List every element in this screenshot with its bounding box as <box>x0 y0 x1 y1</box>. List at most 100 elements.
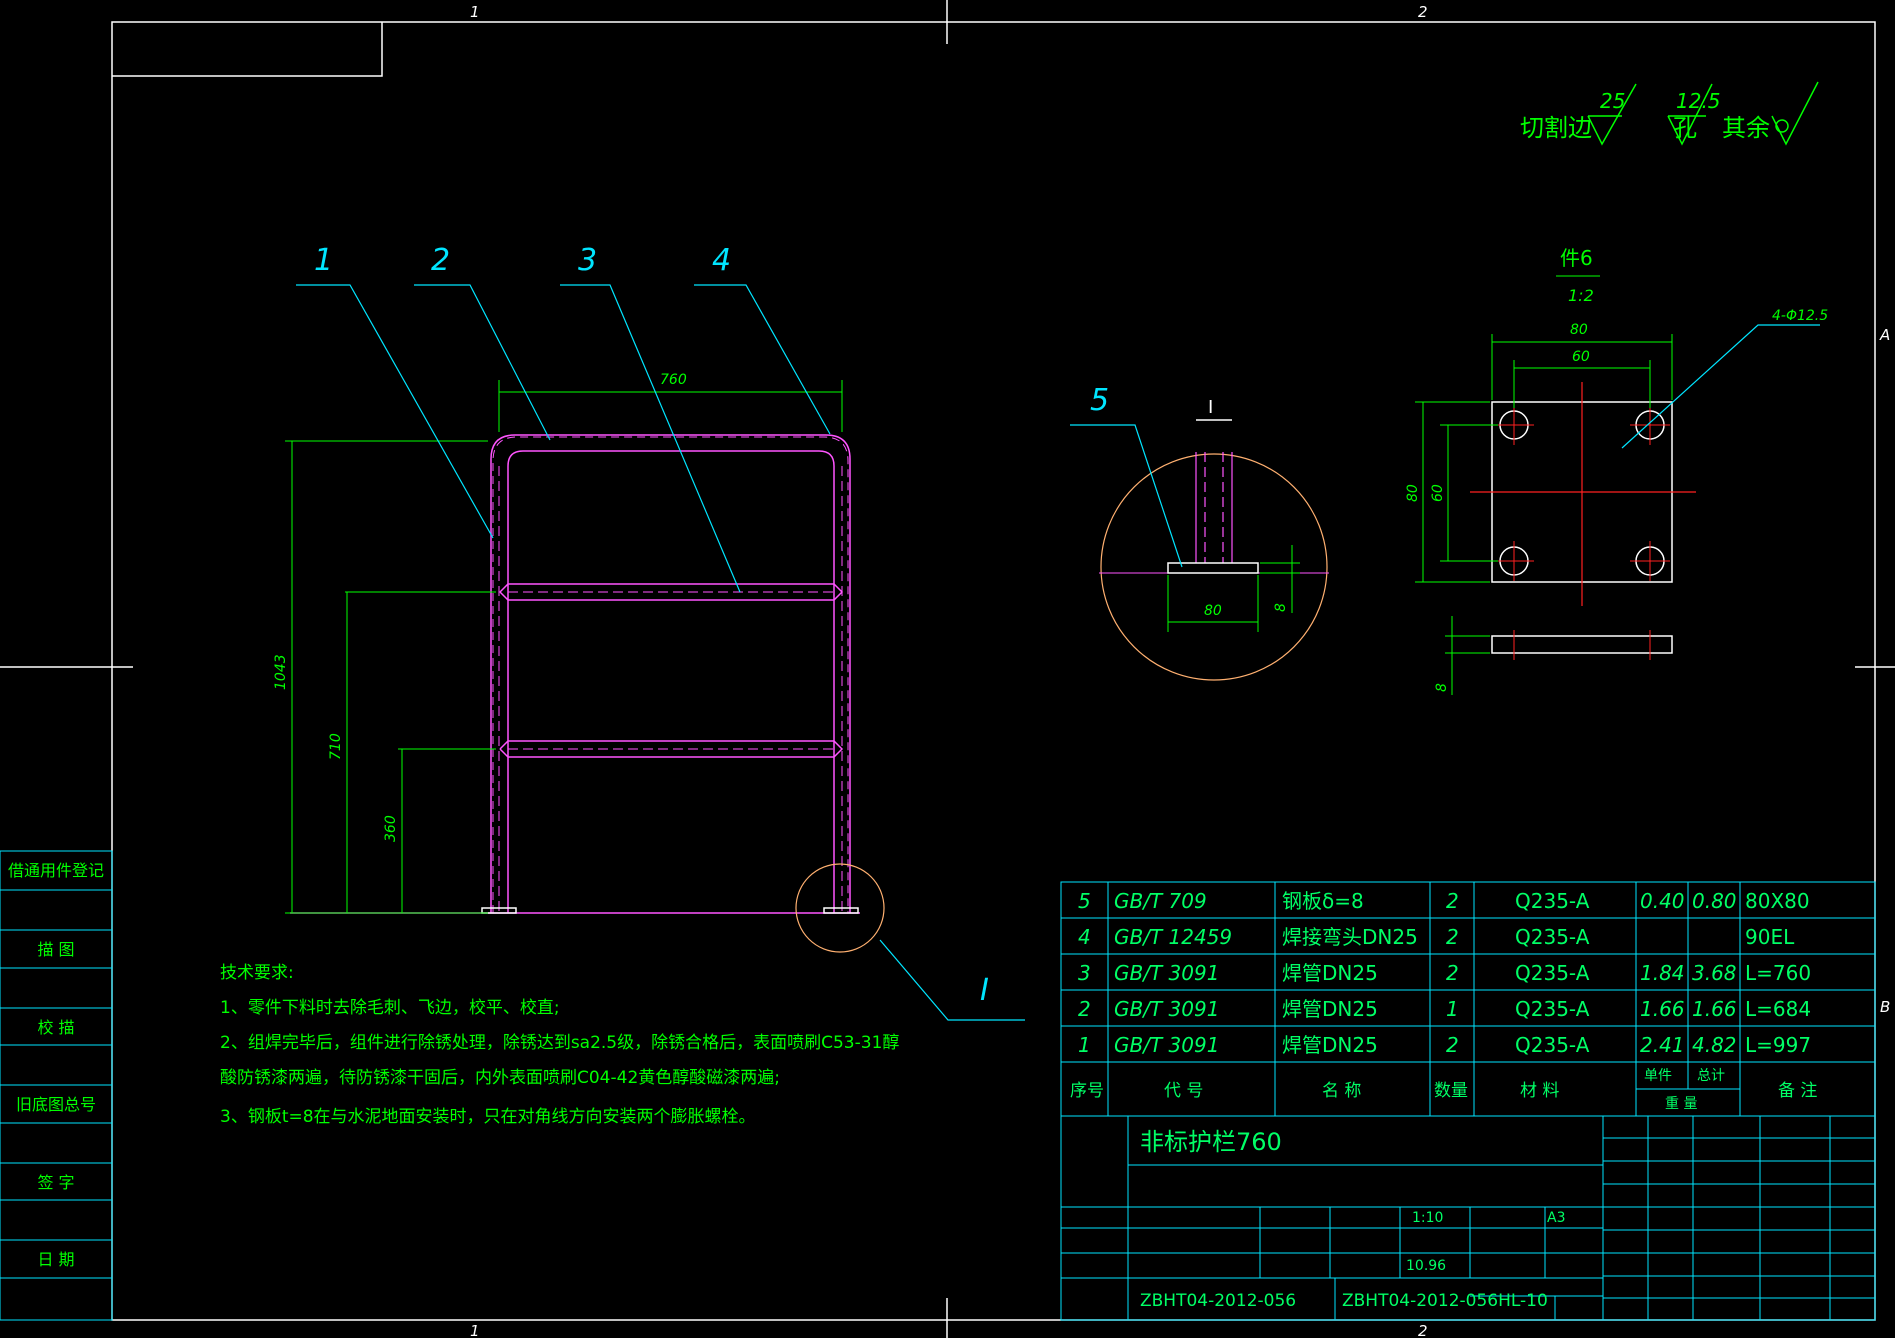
title-block: 非标护栏760 1:10 A3 10.96 ZBHT04-2012-056 ZB… <box>1060 1115 1876 1321</box>
detail-mark-i: I <box>980 973 989 1008</box>
bom-row-4-qty: 1 <box>1446 997 1459 1021</box>
bom-row-1-material: Q235-A <box>1515 889 1590 913</box>
detail-view-i: 80 8 I 5 <box>1070 383 1329 681</box>
strip-item-4: 旧底图总号 <box>16 1095 96 1114</box>
tech-line-3: 酸防锈漆两遍，待防锈漆干固后，内外表面喷刷C04-42黄色醇酸磁漆两遍; <box>220 1068 780 1088</box>
bom-row-5-material: Q235-A <box>1515 1033 1590 1057</box>
strip-item-3: 校 描 <box>37 1018 74 1037</box>
balloon-2: 2 <box>431 243 450 278</box>
bom-row-1-total: 0.80 <box>1692 889 1737 913</box>
bom-row-1-name: 钢板δ=8 <box>1282 889 1364 913</box>
dim-height-1043: 1043 <box>273 654 289 690</box>
bom-row-4-name: 焊管DN25 <box>1282 997 1378 1021</box>
bom-row-1-no: 5 <box>1078 889 1091 913</box>
bom-header-weight: 重 量 <box>1665 1096 1697 1112</box>
bom-row-3-no: 3 <box>1078 961 1091 985</box>
bom-row-3-unit: 1.84 <box>1640 961 1685 985</box>
tech-heading: 技术要求: <box>220 963 294 983</box>
bom-row-3-code: GB/T 3091 <box>1114 961 1219 985</box>
bom-table: 5 GB/T 709 钢板δ=8 2 Q235-A 0.40 0.80 80X8… <box>1060 881 1876 1117</box>
bom-header-code: 代 号 <box>1164 1081 1203 1101</box>
bom-row-4-unit: 1.66 <box>1640 997 1685 1021</box>
leader-lines-main <box>296 284 1025 1021</box>
tech-line-2: 2、组焊完毕后，组件进行除锈处理，除锈达到sa2.5级，除锈合格后，表面喷刷C5… <box>220 1033 899 1053</box>
dim-360: 360 <box>383 815 399 842</box>
title-sheet-size: A3 <box>1547 1210 1565 1226</box>
balloon-4: 4 <box>712 243 731 278</box>
dim-width-760: 760 <box>660 372 687 388</box>
detail-dim-80: 80 <box>1204 603 1222 619</box>
balloon-3: 3 <box>578 243 597 278</box>
dimensions-main <box>285 380 843 914</box>
bom-row-1-unit: 0.40 <box>1640 889 1685 913</box>
bom-row-5-code: GB/T 3091 <box>1114 1033 1219 1057</box>
part6-title: 件6 <box>1560 246 1593 270</box>
detail-balloon-5: 5 <box>1090 383 1109 418</box>
bom-row-2-qty: 2 <box>1446 925 1459 949</box>
detail-title-i: I <box>1208 397 1213 418</box>
bom-header-total: 总计 <box>1697 1068 1725 1084</box>
bom-row-5-no: 1 <box>1078 1033 1091 1057</box>
bom-header-note: 备 注 <box>1778 1081 1817 1101</box>
bom-row-1-qty: 2 <box>1446 889 1459 913</box>
bom-row-2-no: 4 <box>1078 925 1091 949</box>
part6-dim-8-thick: 8 <box>1434 683 1450 692</box>
zone-bottom-1: 1 <box>470 1322 480 1338</box>
bom-row-5-note: L=997 <box>1745 1033 1811 1057</box>
bom-row-1-code: GB/T 709 <box>1114 889 1207 913</box>
cad-drawing: 1 2 1 2 A B 切割边 25 孔 12.5 其余 760 1043 71… <box>0 0 1895 1338</box>
zone-right-a: A <box>1879 326 1890 344</box>
strip-item-6: 日 期 <box>37 1250 74 1269</box>
zone-top-1: 1 <box>470 3 480 21</box>
main-view: 760 1043 710 360 1 2 3 4 I <box>273 243 1025 1021</box>
part6-dim-80-width: 80 <box>1570 322 1588 338</box>
bom-header-qty: 数量 <box>1434 1081 1468 1101</box>
zone-right-b: B <box>1880 998 1890 1016</box>
tech-line-1: 1、零件下料时去除毛刺、飞边，校平、校直; <box>220 998 560 1018</box>
part6-view: 件6 1:2 80 60 80 60 8 4-Φ12.5 <box>1405 246 1828 695</box>
bom-row-2-note: 90EL <box>1745 925 1795 949</box>
bom-row-3-name: 焊管DN25 <box>1282 961 1378 985</box>
roughness-other-label: 其余 <box>1722 114 1770 142</box>
bom-row-3-note: L=760 <box>1745 961 1811 985</box>
part6-dim-80-height: 80 <box>1405 484 1421 502</box>
zone-top-2: 2 <box>1418 3 1428 21</box>
bom-row-2-material: Q235-A <box>1515 925 1590 949</box>
bom-row-3-material: Q235-A <box>1515 961 1590 985</box>
tech-requirements: 技术要求: 1、零件下料时去除毛刺、飞边，校平、校直; 2、组焊完毕后，组件进行… <box>220 963 899 1127</box>
part6-scale: 1:2 <box>1568 286 1594 305</box>
bom-row-2-code: GB/T 12459 <box>1114 925 1232 949</box>
roughness-hole-value: 12.5 <box>1676 89 1721 113</box>
bom-header-material: 材 料 <box>1520 1081 1559 1101</box>
dim-710: 710 <box>328 733 344 760</box>
strip-item-2: 描 图 <box>37 940 74 959</box>
bom-header-name: 名 称 <box>1322 1081 1361 1101</box>
tech-line-4: 3、钢板t=8在与水泥地面安装时，只在对角线方向安装两个膨胀螺栓。 <box>220 1107 756 1127</box>
bom-row-2-name: 焊接弯头DN25 <box>1282 925 1418 949</box>
zone-bottom-2: 2 <box>1418 1322 1428 1338</box>
bom-row-5-unit: 2.41 <box>1640 1033 1685 1057</box>
roughness-symbols: 切割边 25 孔 12.5 其余 <box>1520 81 1819 146</box>
part6-dim-60-height: 60 <box>1430 484 1446 502</box>
strip-item-1: 借通用件登记 <box>8 861 104 880</box>
bom-row-4-total: 1.66 <box>1692 997 1737 1021</box>
detail-dim-8: 8 <box>1273 603 1289 612</box>
bom-row-3-total: 3.68 <box>1692 961 1737 985</box>
bom-header-no: 序号 <box>1070 1081 1104 1101</box>
bom-row-5-total: 4.82 <box>1692 1033 1737 1057</box>
bom-row-1-note: 80X80 <box>1745 889 1810 913</box>
bom-row-3-qty: 2 <box>1446 961 1459 985</box>
left-strip: 借通用件登记 描 图 校 描 旧底图总号 签 字 日 期 <box>0 850 113 1321</box>
bom-header-unit: 单件 <box>1644 1068 1672 1084</box>
part6-dim-60-width: 60 <box>1572 349 1590 365</box>
title-drawing-name: 非标护栏760 <box>1140 1128 1282 1156</box>
bom-row-4-note: L=684 <box>1745 997 1811 1021</box>
railing-pipes <box>290 434 860 914</box>
title-drawing-number: ZBHT04-2012-056 <box>1140 1291 1296 1311</box>
bom-row-4-material: Q235-A <box>1515 997 1590 1021</box>
bom-row-4-code: GB/T 3091 <box>1114 997 1219 1021</box>
title-scale: 1:10 <box>1412 1210 1443 1226</box>
balloon-1: 1 <box>314 243 333 278</box>
title-drawing-number-2: ZBHT04-2012-056HL-10 <box>1342 1291 1548 1311</box>
roughness-cut-edge-label: 切割边 <box>1520 114 1592 142</box>
